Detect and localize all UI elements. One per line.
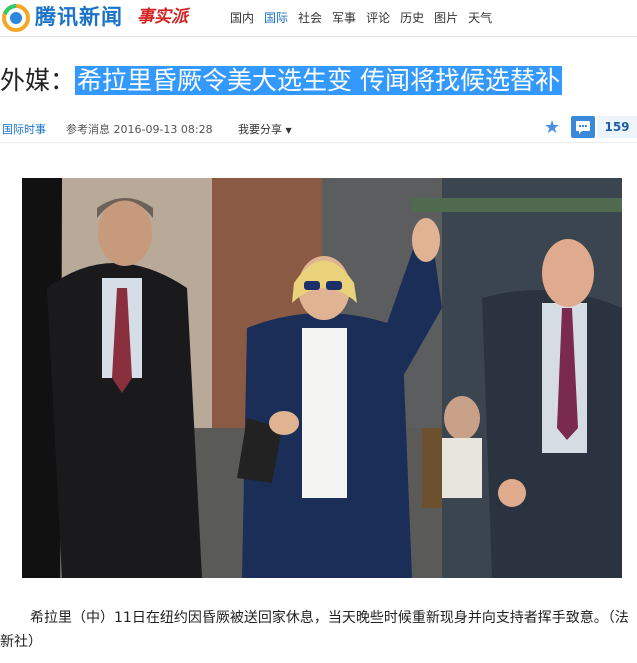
site-header: 腾讯新闻 事实派 国内 国际 社会 军事 评论 历史 图片 天气 xyxy=(0,0,637,36)
nav-item-tupian[interactable]: 图片 xyxy=(434,10,458,26)
news-photo xyxy=(22,178,622,578)
meta-divider xyxy=(0,142,637,143)
nav-item-tianqi[interactable]: 天气 xyxy=(468,10,492,26)
article-meta: 国际时事 参考消息 2016-09-13 08:28 我要分享 ▼ ★ 159 xyxy=(0,116,637,142)
tencent-news-logo[interactable] xyxy=(2,4,30,32)
title-highlighted-text: 希拉里昏厥令美大选生变 传闻将找候选替补 xyxy=(75,66,562,95)
site-brand[interactable]: 腾讯新闻 xyxy=(35,4,123,30)
header-divider xyxy=(0,36,637,37)
sub-brand[interactable]: 事实派 xyxy=(137,5,188,29)
source-and-date: 参考消息 2016-09-13 08:28 xyxy=(66,123,213,136)
article-photo xyxy=(22,178,622,578)
title-prefix: 外媒： xyxy=(0,66,76,95)
caret-down-icon: ▼ xyxy=(285,126,292,135)
share-label: 我要分享 xyxy=(238,123,282,136)
nav-item-pinglun[interactable]: 评论 xyxy=(366,10,390,26)
photo-caption: 希拉里（中）11日在纽约因昏厥被送回家休息，当天晚些时候重新现身并向支持者挥手致… xyxy=(0,606,637,654)
caption-text: 希拉里（中）11日在纽约因昏厥被送回家休息，当天晚些时候重新现身并向支持者挥手致… xyxy=(0,610,629,650)
main-nav: 国内 国际 社会 军事 评论 历史 图片 天气 xyxy=(230,10,492,26)
nav-item-shehui[interactable]: 社会 xyxy=(298,10,322,26)
article-title: 外媒：希拉里昏厥令美大选生变 传闻将找候选替补 xyxy=(0,62,562,100)
nav-item-junshi[interactable]: 军事 xyxy=(332,10,356,26)
nav-item-lishi[interactable]: 历史 xyxy=(400,10,424,26)
comment-icon xyxy=(576,121,590,134)
star-icon[interactable]: ★ xyxy=(544,117,560,138)
nav-item-guonei[interactable]: 国内 xyxy=(230,10,254,26)
channel-link[interactable]: 国际时事 xyxy=(2,121,46,137)
share-button[interactable]: 我要分享 ▼ xyxy=(238,121,292,137)
comment-button[interactable] xyxy=(571,116,595,138)
comment-count[interactable]: 159 xyxy=(597,116,637,138)
nav-item-guoji[interactable]: 国际 xyxy=(264,10,288,26)
